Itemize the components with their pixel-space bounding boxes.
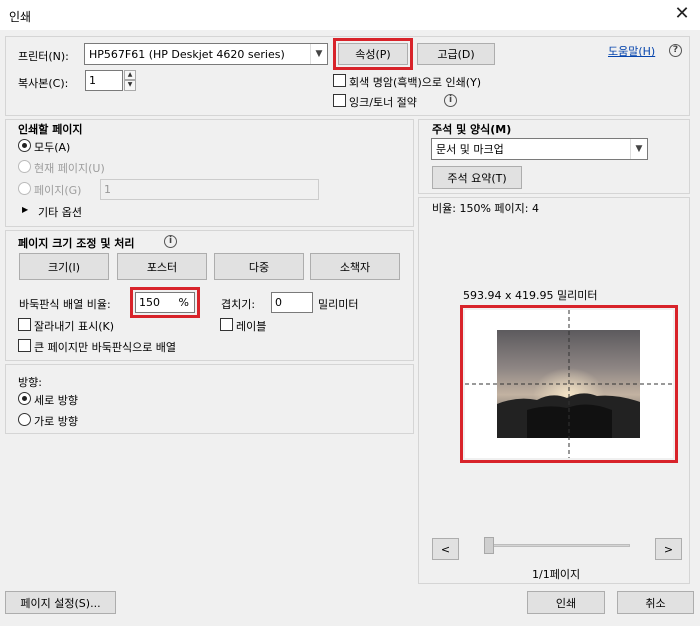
comments-select-value: 문서 및 마크업 (436, 143, 504, 156)
comments-select[interactable]: 문서 및 마크업 ▼ (431, 138, 648, 160)
preview-scale-info: 비율: 150% 페이지: 4 (432, 202, 539, 215)
comments-heading: 주석 및 양식(M) (432, 123, 512, 136)
large-pages-label: 큰 페이지만 바둑판식으로 배열 (34, 341, 177, 354)
overlap-label: 겹치기: (221, 298, 256, 311)
title-bar (0, 0, 700, 30)
page-slider-track[interactable] (484, 544, 630, 547)
save-ink-checkbox[interactable] (333, 94, 346, 107)
expand-triangle-icon[interactable]: ▶ (22, 205, 28, 214)
overlap-input[interactable]: 0 (271, 292, 313, 313)
pages-current-radio[interactable] (18, 160, 31, 173)
printer-label: 프린터(N): (18, 50, 69, 63)
labels-checkbox[interactable] (220, 318, 233, 331)
pages-all-radio[interactable] (18, 139, 31, 152)
page-setup-button[interactable]: 페이지 설정(S)... (5, 591, 116, 614)
pages-current-label: 현재 페이지(U) (34, 162, 105, 175)
page-slider-thumb[interactable] (484, 537, 494, 554)
landscape-radio[interactable] (18, 413, 31, 426)
page-counter: 1/1페이지 (532, 568, 581, 581)
help-question-icon[interactable]: ? (669, 44, 682, 57)
pages-range-label: 페이지(G) (34, 184, 82, 197)
more-options-label[interactable]: 기타 옵션 (38, 204, 82, 220)
pages-heading: 인쇄할 페이지 (18, 123, 83, 136)
prev-page-button[interactable]: < (432, 538, 459, 560)
pages-range-input[interactable]: 1 (100, 179, 319, 200)
next-page-button[interactable]: > (655, 538, 682, 560)
grayscale-label: 회색 명암(흑백)으로 인쇄(Y) (349, 76, 482, 89)
landscape-label: 가로 방향 (34, 415, 78, 428)
sizing-heading: 페이지 크기 조정 및 처리 (18, 237, 135, 250)
orientation-heading: 방향: (18, 376, 42, 389)
preview-dimensions: 593.94 x 419.95 밀리미터 (463, 289, 598, 302)
save-ink-info-icon[interactable]: i (444, 94, 457, 107)
pages-range-radio[interactable] (18, 182, 31, 195)
multiple-button[interactable]: 다중 (214, 253, 304, 280)
size-button[interactable]: 크기(I) (19, 253, 109, 280)
booklet-button[interactable]: 소책자 (310, 253, 400, 280)
cancel-button[interactable]: 취소 (617, 591, 694, 614)
large-pages-checkbox[interactable] (18, 339, 31, 352)
sizing-info-icon[interactable]: i (164, 235, 177, 248)
close-icon[interactable]: ✕ (668, 2, 696, 26)
portrait-radio[interactable] (18, 392, 31, 405)
tile-guides (465, 310, 673, 458)
overlap-unit: 밀리미터 (318, 298, 359, 311)
summarize-comments-button[interactable]: 주석 요약(T) (432, 166, 522, 189)
grayscale-checkbox[interactable] (333, 74, 346, 87)
pages-all-label: 모두(A) (34, 141, 71, 154)
copies-input[interactable]: 1 (85, 70, 123, 91)
print-button[interactable]: 인쇄 (527, 591, 605, 614)
printer-select[interactable]: HP567F61 (HP Deskjet 4620 series) ▼ (84, 43, 328, 65)
copies-down-icon[interactable]: ▼ (124, 80, 136, 91)
chevron-down-icon: ▼ (310, 44, 327, 64)
chevron-down-icon: ▼ (630, 139, 647, 159)
cut-marks-label: 잘라내기 표시(K) (34, 320, 115, 333)
portrait-label: 세로 방향 (34, 394, 78, 407)
help-link[interactable]: 도움말(H) (608, 43, 655, 59)
save-ink-label: 잉크/토너 절약 (349, 96, 417, 109)
tile-scale-highlight (130, 287, 200, 318)
copies-label: 복사본(C): (18, 77, 69, 90)
advanced-button[interactable]: 고급(D) (417, 43, 495, 65)
labels-label: 레이블 (236, 320, 267, 333)
printer-select-value: HP567F61 (HP Deskjet 4620 series) (89, 47, 285, 61)
tile-scale-label: 바둑판식 배열 비율: (19, 298, 111, 311)
window-title: 인쇄 (9, 10, 32, 24)
poster-button[interactable]: 포스터 (117, 253, 207, 280)
properties-highlight (333, 38, 413, 70)
cut-marks-checkbox[interactable] (18, 318, 31, 331)
copies-up-icon[interactable]: ▲ (124, 70, 136, 80)
